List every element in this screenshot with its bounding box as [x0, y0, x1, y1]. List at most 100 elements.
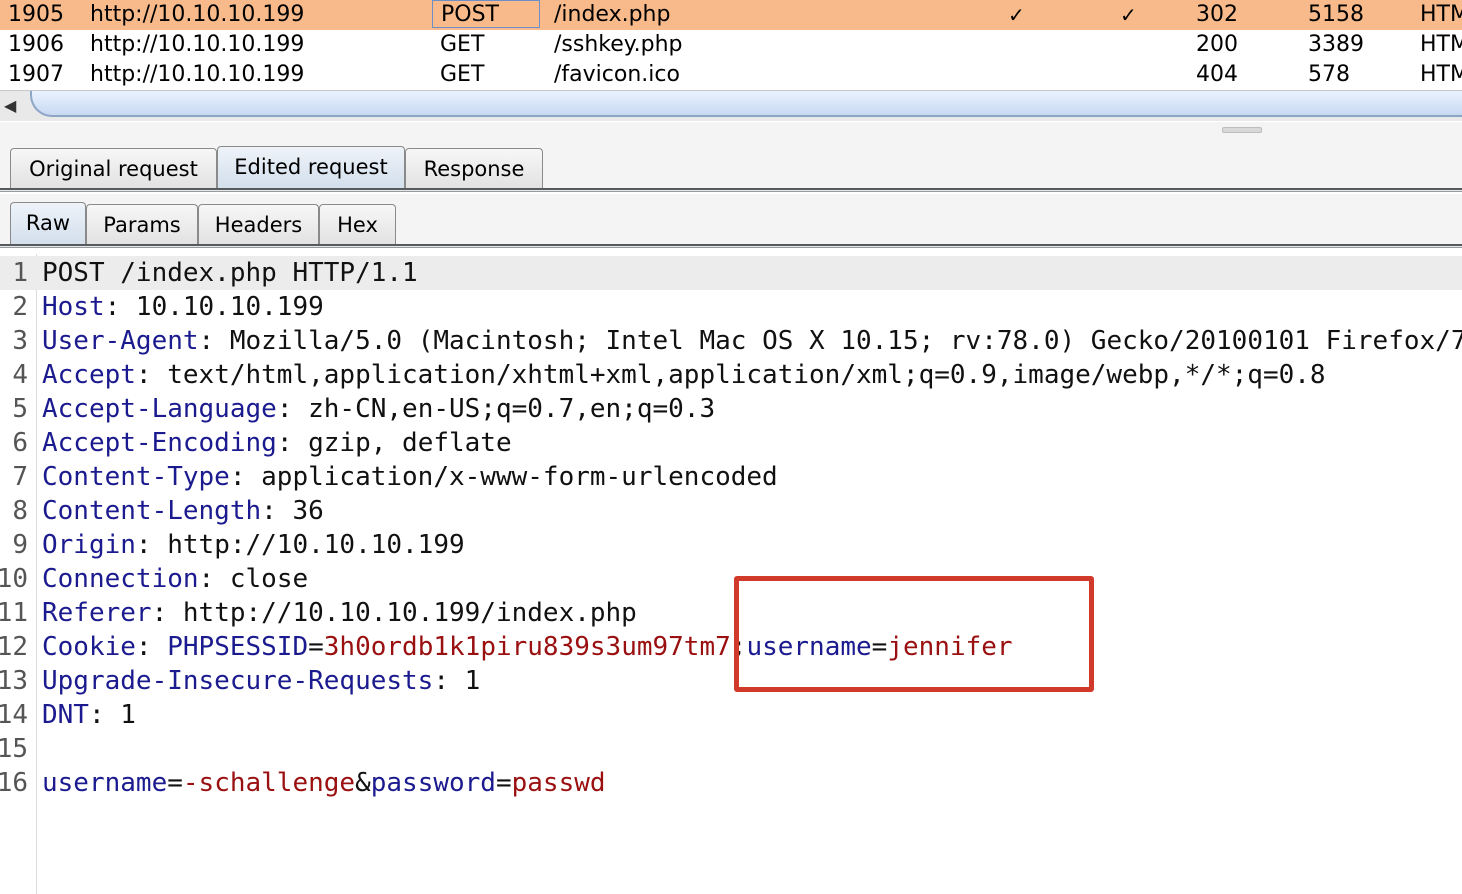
line-code: Host: 10.10.10.199	[42, 290, 324, 324]
line-code: Content-Type: application/x-www-form-url…	[42, 460, 778, 494]
header-value: : http://10.10.10.199/index.php	[151, 598, 637, 628]
history-row[interactable]: 1907 http://10.10.10.199 GET/favicon.ico 40…	[0, 60, 1462, 90]
tab-response[interactable]: Response	[405, 148, 543, 188]
editor-line[interactable]: 11 Referer: http://10.10.10.199/index.php	[0, 596, 1462, 630]
history-cell-status: 404	[1196, 62, 1238, 87]
tab-headers[interactable]: Headers	[198, 204, 319, 244]
history-cell-method: GET	[440, 62, 485, 87]
editor-line[interactable]: 14 DNT: 1	[0, 698, 1462, 732]
history-row[interactable]: 1906 http://10.10.10.199 GET/sshkey.php 200…	[0, 30, 1462, 60]
history-cell-params: ✓	[1120, 3, 1137, 27]
history-cell-status: 302	[1196, 2, 1238, 27]
history-cell-length: 5158	[1308, 2, 1364, 27]
editor-line[interactable]: 15	[0, 732, 1462, 766]
line-code: User-Agent: Mozilla/5.0 (Macintosh; Inte…	[42, 324, 1462, 358]
tab-hex[interactable]: Hex	[319, 204, 396, 244]
scrollbar-thumb[interactable]	[30, 91, 1462, 117]
tab-params[interactable]: Params	[86, 204, 198, 244]
history-cell-mime: HTM	[1420, 32, 1462, 57]
pane-splitter[interactable]	[0, 122, 1462, 137]
line-number: 9	[12, 530, 28, 560]
line-number: 4	[12, 360, 28, 390]
history-cell-params	[1120, 60, 1150, 90]
editor-line[interactable]: 16 username=-schallenge&password=passwd	[0, 766, 1462, 800]
line-number: 5	[12, 394, 28, 424]
editor-line[interactable]: 7 Content-Type: application/x-www-form-ur…	[0, 460, 1462, 494]
header-key: Origin	[42, 530, 136, 560]
header-key: Accept-Language	[42, 394, 277, 424]
history-cell-status: 200	[1196, 32, 1238, 57]
header-value: =	[167, 768, 183, 798]
history-cell-host: http://10.10.10.199	[90, 32, 305, 57]
editor-line[interactable]: 10 Connection: close	[0, 562, 1462, 596]
history-cell-params	[1120, 30, 1150, 60]
editor-line[interactable]: 2 Host: 10.10.10.199	[0, 290, 1462, 324]
header-value: : Mozilla/5.0 (Macintosh; Intel Mac OS X…	[198, 326, 1462, 356]
history-cell-num: 1907	[8, 62, 64, 87]
line-code: Content-Length: 36	[42, 494, 324, 528]
header-value: : zh-CN,en-US;q=0.7,en;q=0.3	[276, 394, 716, 424]
line-number: 6	[12, 428, 28, 458]
editor-line[interactable]: 9 Origin: http://10.10.10.199	[0, 528, 1462, 562]
header-key: DNT	[42, 700, 89, 730]
header-key: Content-Type	[42, 462, 230, 492]
tabbar-divider	[0, 188, 1462, 192]
tab-original-request[interactable]: Original request	[10, 148, 217, 188]
annotation-highlight-box	[734, 576, 1094, 692]
editor-line[interactable]: 1 POST /index.php HTTP/1.1	[0, 256, 1462, 290]
header-key: Accept-Encoding	[42, 428, 277, 458]
line-number: 1	[12, 258, 28, 288]
request-tabbar: Original request Edited request Response	[0, 136, 1462, 192]
header-value: : gzip, deflate	[276, 428, 512, 458]
header-key: Connection	[42, 564, 199, 594]
line-code: Origin: http://10.10.10.199	[42, 528, 465, 562]
line-number: 7	[12, 462, 28, 492]
tab-edited-request[interactable]: Edited request	[217, 146, 405, 188]
header-key: User-Agent	[42, 326, 199, 356]
header-key: Referer	[42, 598, 152, 628]
tabbar-divider	[0, 244, 1462, 248]
history-cell-method: POST	[432, 0, 540, 28]
editor-line[interactable]: 5 Accept-Language: zh-CN,en-US;q=0.7,en;q…	[0, 392, 1462, 426]
line-number: 2	[12, 292, 28, 322]
editor-line[interactable]: 13 Upgrade-Insecure-Requests: 1	[0, 664, 1462, 698]
history-cell-host: http://10.10.10.199	[90, 62, 305, 87]
raw-request-editor[interactable]: 1 POST /index.php HTTP/1.1 2 Host: 10.10.10…	[0, 254, 1462, 894]
line-number: 16	[0, 768, 28, 798]
history-cell-edited	[1008, 60, 1038, 90]
header-key: username	[42, 768, 168, 798]
history-cell-length: 578	[1308, 62, 1350, 87]
editor-line[interactable]: 8 Content-Length: 36	[0, 494, 1462, 528]
header-key: PHPSESSID	[167, 632, 309, 662]
history-row[interactable]: 1905 http://10.10.10.199 POST/index.php ✓ ✓ 3…	[0, 0, 1462, 30]
line-number: 12	[0, 632, 28, 662]
header-value: : text/html,application/xhtml+xml,applic…	[135, 360, 1326, 390]
header-value: =	[308, 632, 324, 662]
line-code: Accept-Language: zh-CN,en-US;q=0.7,en;q=…	[42, 392, 715, 426]
header-value: : 1	[433, 666, 481, 696]
header-value: :	[135, 632, 168, 662]
history-cell-edited: ✓	[1008, 3, 1025, 27]
history-cell-num: 1905	[8, 2, 64, 27]
header-key: Cookie	[42, 632, 136, 662]
header-value: : 36	[261, 496, 324, 526]
scroll-left-arrow-icon[interactable]: ◀	[4, 96, 16, 115]
line-number: 14	[0, 700, 28, 730]
line-number: 15	[0, 734, 28, 764]
line-number: 8	[12, 496, 28, 526]
history-horizontal-scrollbar[interactable]: ◀	[0, 90, 1462, 121]
header-value: POST /index.php HTTP/1.1	[42, 258, 418, 288]
line-code: Accept: text/html,application/xhtml+xml,…	[42, 358, 1326, 392]
header-value: : http://10.10.10.199	[135, 530, 465, 560]
line-code: Connection: close	[42, 562, 308, 596]
editor-line[interactable]: 4 Accept: text/html,application/xhtml+xml…	[0, 358, 1462, 392]
editor-line[interactable]: 3 User-Agent: Mozilla/5.0 (Macintosh; Int…	[0, 324, 1462, 358]
editor-line[interactable]: 6 Accept-Encoding: gzip, deflate	[0, 426, 1462, 460]
line-code: POST /index.php HTTP/1.1	[42, 256, 418, 290]
splitter-grip-icon[interactable]	[1222, 127, 1262, 133]
line-number: 11	[0, 598, 28, 628]
line-number: 13	[0, 666, 28, 696]
editor-line[interactable]: 12 Cookie: PHPSESSID=3h0ordb1k1piru839s3u…	[0, 630, 1462, 664]
history-cell-num: 1906	[8, 32, 64, 57]
tab-raw[interactable]: Raw	[10, 202, 86, 244]
